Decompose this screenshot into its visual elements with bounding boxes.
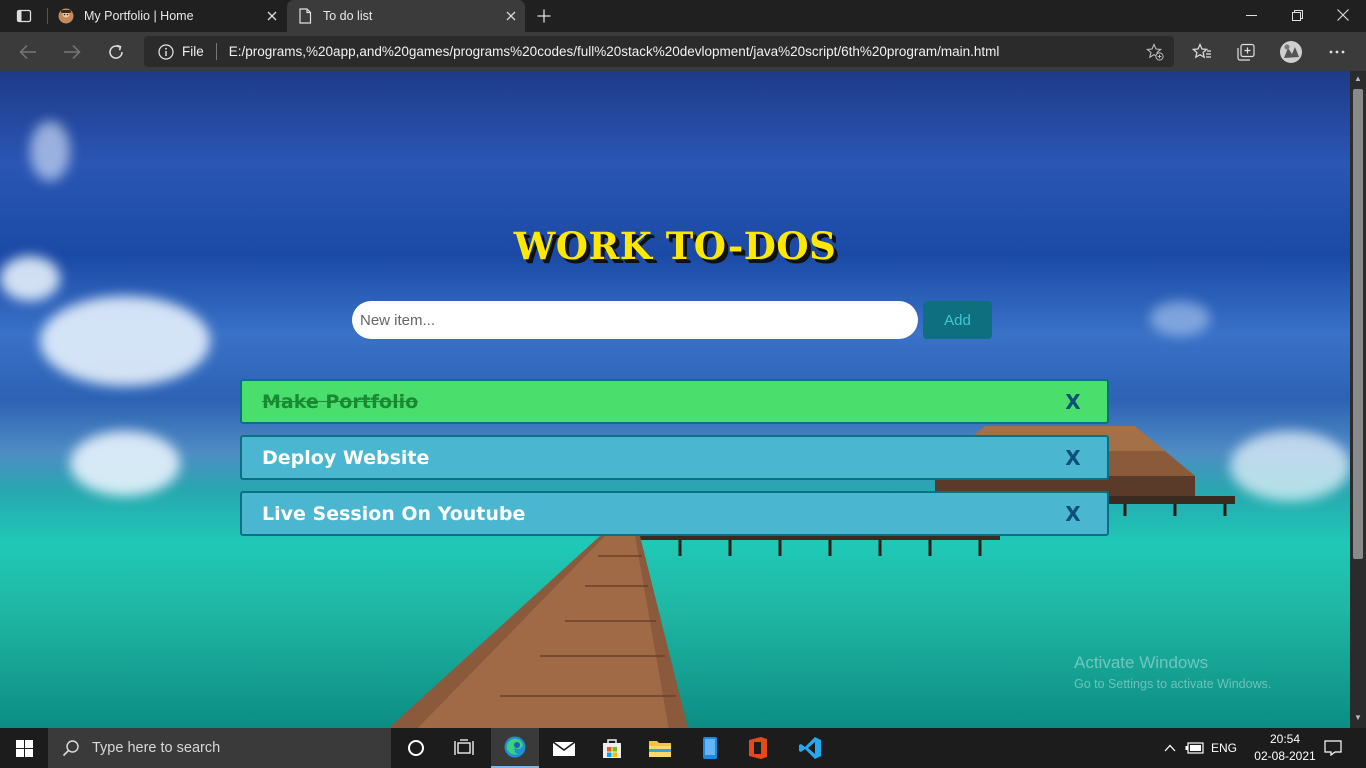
tab-close-button[interactable]	[497, 2, 525, 30]
tab-actions-button[interactable]	[8, 6, 40, 26]
search-placeholder: Type here to search	[92, 740, 221, 756]
vscode-icon	[799, 737, 821, 759]
taskbar-store[interactable]	[588, 728, 636, 768]
forward-button[interactable]	[58, 38, 86, 66]
more-options-button[interactable]	[1323, 38, 1351, 66]
arrow-right-icon	[64, 44, 81, 60]
address-divider	[215, 43, 217, 60]
notification-icon	[1324, 740, 1342, 756]
profile-avatar-icon	[1280, 41, 1302, 63]
scroll-down-icon[interactable]: ▼	[1353, 713, 1363, 725]
language-indicator[interactable]: ENG	[1208, 728, 1240, 768]
page-title: WORK TO-DOS	[513, 224, 837, 268]
cortana-icon	[408, 740, 424, 756]
phone-icon	[703, 737, 717, 759]
task-view-icon	[454, 739, 474, 755]
wooden-dock-image	[388, 536, 688, 728]
more-horizontal-icon	[1329, 50, 1345, 54]
favorites-icon	[1192, 43, 1211, 59]
favorites-button[interactable]	[1188, 38, 1216, 66]
activate-windows-subtitle: Go to Settings to activate Windows.	[1074, 677, 1272, 691]
arrow-left-icon	[19, 44, 36, 60]
taskbar-vscode[interactable]	[786, 728, 834, 768]
todo-item-text[interactable]: Deploy Website	[262, 447, 1059, 469]
taskbar-phone-app[interactable]	[686, 728, 734, 768]
add-favorite-button[interactable]	[1142, 39, 1168, 65]
vertical-scrollbar[interactable]: ▲ ▼	[1350, 71, 1366, 728]
activate-windows-title: Activate Windows	[1074, 653, 1209, 672]
close-window-button[interactable]	[1320, 0, 1366, 30]
new-item-input[interactable]	[352, 301, 918, 339]
taskbar-search-box[interactable]: Type here to search	[48, 728, 391, 768]
clock-time: 20:54	[1269, 732, 1301, 746]
task-view-button[interactable]	[440, 728, 488, 768]
tab-my-portfolio[interactable]: My Portfolio | Home	[48, 0, 286, 32]
battery-button[interactable]	[1183, 728, 1207, 768]
search-icon	[62, 740, 79, 757]
scrollbar-thumb[interactable]	[1353, 89, 1363, 559]
browser-tab-strip: My Portfolio | Home To do list	[0, 0, 1366, 32]
scheme-label: File	[182, 44, 204, 59]
tab-to-do-list[interactable]: To do list	[287, 0, 525, 32]
add-button[interactable]: Add	[923, 301, 992, 339]
todo-item[interactable]: Deploy Website X	[240, 435, 1109, 480]
tab-title: To do list	[323, 9, 373, 23]
todo-item-text[interactable]: Make Portfolio	[262, 391, 1059, 413]
restore-icon	[1291, 9, 1303, 21]
todo-item-text[interactable]: Live Session On Youtube	[262, 503, 1059, 525]
delete-todo-button[interactable]: X	[1059, 502, 1087, 526]
mail-icon	[552, 741, 576, 756]
start-button[interactable]	[0, 728, 48, 768]
restore-button[interactable]	[1274, 0, 1320, 30]
new-tab-button[interactable]	[531, 4, 557, 28]
star-plus-icon	[1146, 42, 1164, 61]
cortana-button[interactable]	[392, 728, 440, 768]
tab-close-button[interactable]	[258, 2, 286, 30]
taskbar-office[interactable]	[734, 728, 782, 768]
scroll-up-icon[interactable]: ▲	[1353, 74, 1363, 86]
windows-logo-icon	[15, 739, 33, 757]
back-button[interactable]	[14, 38, 42, 66]
profile-avatar[interactable]	[1277, 38, 1305, 66]
tab-actions-icon	[16, 9, 32, 23]
office-icon	[749, 737, 767, 759]
collections-button[interactable]	[1232, 38, 1260, 66]
info-icon[interactable]	[157, 43, 175, 61]
windows-taskbar: Type here to search ENG 20:54 02-08-2021	[0, 728, 1366, 768]
show-hidden-icons-button[interactable]	[1160, 728, 1180, 768]
page-viewport: WORK TO-DOS Add Make Portfolio X Deploy …	[0, 71, 1366, 728]
browser-toolbar: File E:/programs,%20app,and%20games/prog…	[0, 32, 1366, 71]
taskbar-file-explorer[interactable]	[636, 728, 684, 768]
address-bar[interactable]: File E:/programs,%20app,and%20games/prog…	[144, 36, 1174, 67]
todo-item[interactable]: Live Session On Youtube X	[240, 491, 1109, 536]
avatar-favicon-icon	[58, 8, 74, 24]
url-text[interactable]: E:/programs,%20app,and%20games/programs%…	[229, 44, 1142, 59]
minimize-button[interactable]	[1228, 0, 1274, 30]
store-icon	[603, 739, 621, 758]
edge-icon	[504, 736, 526, 758]
folder-icon	[649, 741, 671, 757]
refresh-button[interactable]	[102, 38, 130, 66]
delete-todo-button[interactable]: X	[1059, 390, 1087, 414]
minimize-icon	[1245, 14, 1257, 16]
close-icon	[267, 11, 277, 21]
chevron-up-icon	[1164, 744, 1176, 752]
close-icon	[1337, 9, 1349, 21]
close-icon	[506, 11, 516, 21]
taskbar-mail[interactable]	[540, 728, 588, 768]
taskbar-clock[interactable]: 20:54 02-08-2021	[1252, 731, 1318, 765]
clock-date: 02-08-2021	[1254, 749, 1316, 763]
taskbar-edge[interactable]	[491, 728, 539, 768]
todo-item[interactable]: Make Portfolio X	[240, 379, 1109, 424]
refresh-icon	[109, 44, 123, 59]
page-icon	[297, 8, 313, 24]
delete-todo-button[interactable]: X	[1059, 446, 1087, 470]
plus-icon	[537, 9, 551, 23]
tab-title: My Portfolio | Home	[84, 9, 194, 23]
collections-icon	[1237, 43, 1255, 61]
battery-icon	[1185, 742, 1204, 754]
notifications-button[interactable]	[1320, 728, 1346, 768]
